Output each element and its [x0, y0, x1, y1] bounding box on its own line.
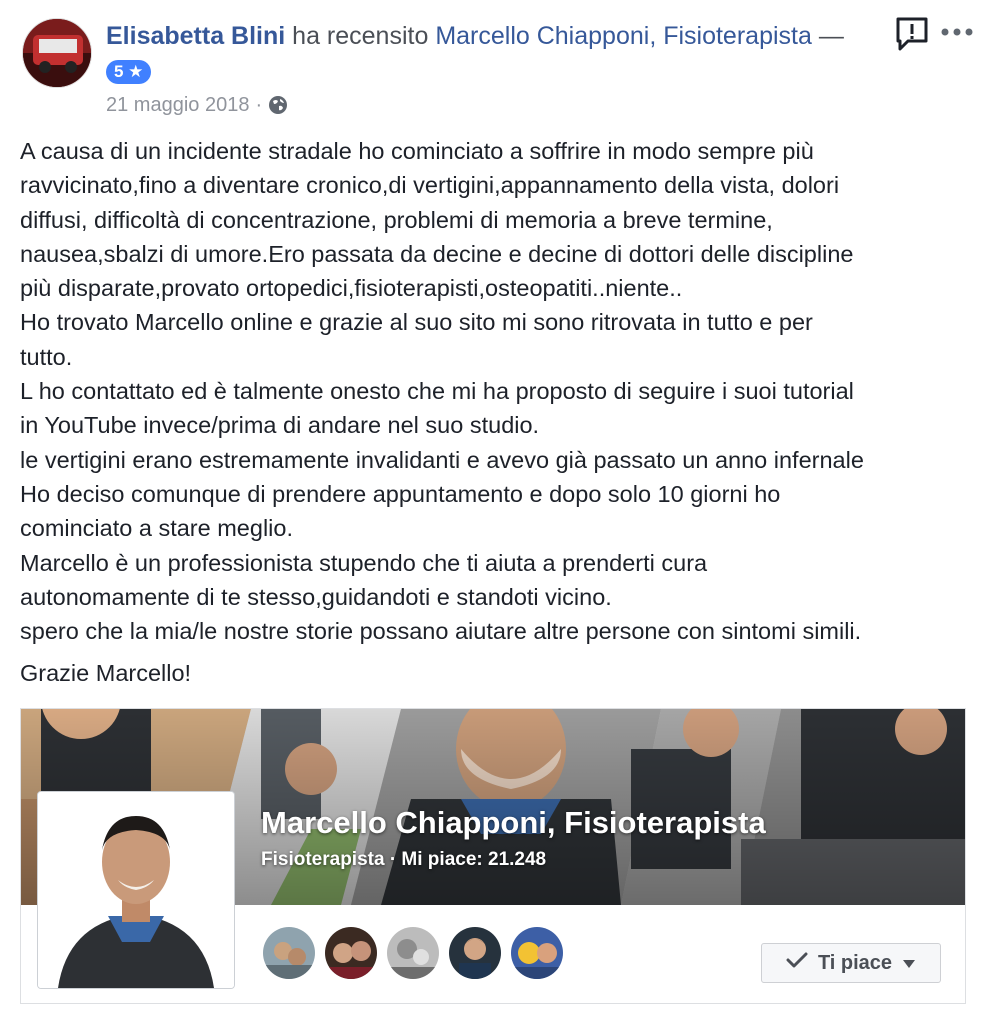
- review-body: A causa di un incidente stradale ho comi…: [20, 134, 970, 648]
- author-avatar[interactable]: [22, 18, 92, 88]
- friends-who-like: [261, 925, 565, 981]
- review-line: Marcello è un professionista stupendo ch…: [20, 549, 708, 576]
- review-line: ravvicinato,fino a diventare cronico,di …: [20, 172, 840, 199]
- post-date[interactable]: 21 maggio 2018: [106, 92, 249, 118]
- review-header: Elisabetta Blini ha recensito Marcello C…: [106, 18, 844, 54]
- meta-separator: ·: [255, 94, 263, 116]
- author-name[interactable]: Elisabetta Blini: [106, 22, 285, 50]
- friend-avatar[interactable]: [323, 925, 379, 981]
- review-line: nausea,sbalzi di umore.Ero passata da de…: [20, 240, 854, 267]
- post-meta: 21 maggio 2018 ·: [106, 92, 288, 118]
- review-line: in YouTube invece/prima di andare nel su…: [20, 412, 540, 439]
- friend-avatar[interactable]: [385, 925, 441, 981]
- review-line: autonomamente di te stesso,guidandoti e …: [20, 583, 612, 610]
- like-button-label: Ti piace: [817, 951, 893, 974]
- review-line: cominciato a stare meglio.: [20, 515, 293, 542]
- page-card[interactable]: Marcello Chiapponi, Fisioterapista Fisio…: [20, 708, 966, 1004]
- review-closing: Grazie Marcello!: [20, 660, 192, 686]
- report-icon[interactable]: [894, 16, 930, 52]
- review-line: Ho deciso comunque di prendere appuntame…: [20, 480, 781, 507]
- review-line: A causa di un incidente stradale ho comi…: [20, 138, 814, 164]
- page-meta: Fisioterapista · Mi piace: 21.248: [261, 849, 547, 870]
- friend-avatar[interactable]: [509, 925, 565, 981]
- friend-avatar[interactable]: [261, 925, 317, 981]
- caret-down-icon: [902, 952, 916, 975]
- review-line: L ho contattato ed è talmente onesto che…: [20, 378, 854, 405]
- review-line: più disparate,provato ortopedici,fisiote…: [20, 275, 683, 302]
- page-profile-picture[interactable]: [37, 791, 235, 989]
- review-line: Ho trovato Marcello online e grazie al s…: [20, 309, 813, 336]
- review-line: tutto.: [20, 343, 73, 370]
- more-icon[interactable]: [940, 24, 974, 40]
- globe-icon[interactable]: [268, 95, 288, 115]
- review-line: diffusi, difficoltà di concentrazione, p…: [20, 206, 773, 233]
- check-icon: [786, 951, 808, 975]
- friend-avatar[interactable]: [447, 925, 503, 981]
- like-page-button[interactable]: Ti piace: [761, 943, 941, 983]
- header-dash: —: [811, 22, 844, 50]
- page-name[interactable]: Marcello Chiapponi, Fisioterapista: [261, 805, 766, 841]
- rating-badge: 5 ★: [106, 60, 152, 84]
- review-line: spero che la mia/le nostre storie possan…: [20, 618, 862, 645]
- reviewed-page-link[interactable]: Marcello Chiapponi, Fisioterapista: [435, 22, 812, 50]
- review-action-text: ha recensito: [285, 22, 436, 50]
- review-line: le vertigini erano estremamente invalida…: [20, 446, 864, 473]
